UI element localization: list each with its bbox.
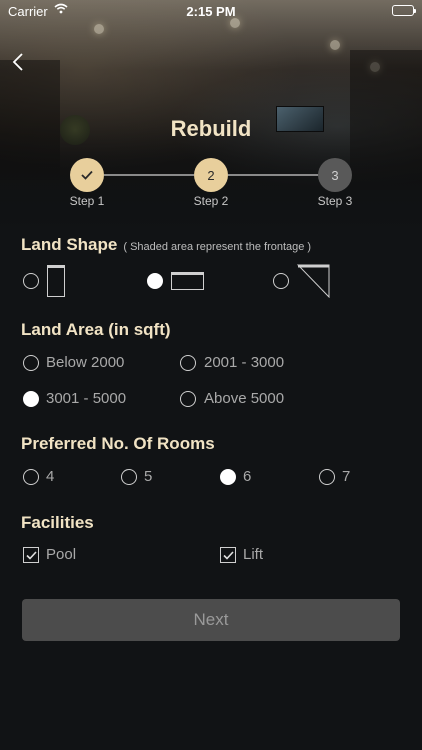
rooms-heading: Preferred No. Of Rooms bbox=[21, 434, 215, 453]
step-3-indicator: 3 bbox=[318, 158, 352, 192]
land-shape-radio-wide[interactable] bbox=[147, 273, 163, 289]
step-connector bbox=[228, 174, 318, 176]
step-3-label: Step 3 bbox=[317, 194, 353, 208]
land-area-radio-below-2000[interactable] bbox=[23, 355, 39, 371]
lift-checkbox[interactable] bbox=[220, 547, 236, 563]
land-shape-radio-triangle[interactable] bbox=[273, 273, 289, 289]
pool-label: Pool bbox=[46, 546, 77, 563]
status-bar: Carrier 2:15 PM bbox=[0, 0, 422, 22]
land-area-option-label: 3001 - 5000 bbox=[46, 390, 127, 407]
pool-checkbox[interactable] bbox=[23, 547, 39, 563]
land-area-radio-3001-5000[interactable] bbox=[23, 391, 39, 407]
land-shape-title: Land Shape bbox=[21, 235, 118, 254]
rooms-option-label: 7 bbox=[342, 468, 351, 485]
land-shape-radio-tall[interactable] bbox=[23, 273, 39, 289]
battery-icon bbox=[392, 5, 416, 16]
land-area-radio-2001-3000[interactable] bbox=[180, 355, 196, 371]
rooms-option-label: 6 bbox=[243, 468, 252, 485]
step-1-indicator bbox=[70, 158, 104, 192]
lift-label: Lift bbox=[243, 546, 264, 563]
step-2-label: Step 2 bbox=[193, 194, 229, 208]
land-area-option-label: 2001 - 3000 bbox=[204, 354, 285, 371]
land-shape-note: ( Shaded area represent the frontage ) bbox=[123, 241, 312, 253]
rooms-radio-6[interactable] bbox=[220, 469, 236, 485]
rooms-option-label: 5 bbox=[144, 468, 153, 485]
step-connector bbox=[104, 174, 194, 176]
rooms-radio-7[interactable] bbox=[319, 469, 335, 485]
progress-stepper: 2 3 Step 1 Step 2 Step 3 bbox=[0, 156, 422, 216]
clock-time: 2:15 PM bbox=[186, 4, 236, 19]
land-area-heading: Land Area (in sqft) bbox=[21, 320, 171, 339]
checkmark-icon bbox=[222, 550, 234, 560]
checkmark-icon bbox=[25, 550, 37, 560]
next-button[interactable]: Next bbox=[22, 599, 400, 641]
back-button[interactable] bbox=[12, 52, 32, 76]
wide-rectangle-icon bbox=[171, 272, 204, 290]
step-1-label: Step 1 bbox=[69, 194, 105, 208]
land-shape-heading: Land Shape ( Shaded area represent the fr… bbox=[21, 235, 311, 255]
facilities-heading: Facilities bbox=[21, 513, 94, 532]
step-2-indicator: 2 bbox=[194, 158, 228, 192]
tall-rectangle-icon bbox=[47, 265, 65, 297]
rooms-option-label: 4 bbox=[46, 468, 55, 485]
checkmark-icon bbox=[81, 170, 93, 180]
land-area-option-label: Below 2000 bbox=[46, 354, 125, 371]
page-title: Rebuild bbox=[170, 116, 252, 141]
rooms-radio-4[interactable] bbox=[23, 469, 39, 485]
land-area-option-label: Above 5000 bbox=[204, 390, 285, 407]
rooms-radio-5[interactable] bbox=[121, 469, 137, 485]
chevron-left-icon bbox=[12, 53, 23, 71]
land-area-radio-above-5000[interactable] bbox=[180, 391, 196, 407]
triangle-icon bbox=[297, 264, 330, 298]
